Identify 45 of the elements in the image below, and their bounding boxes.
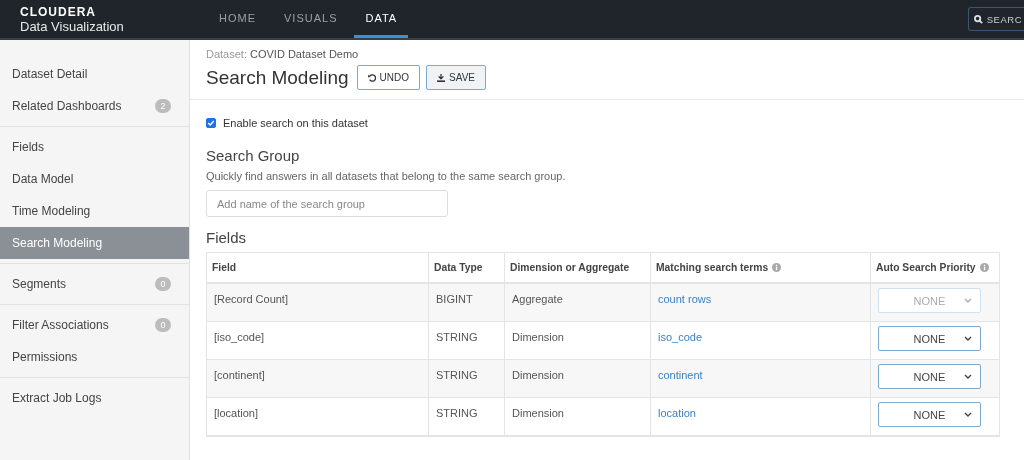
table-cell: BIGINT [429,284,505,322]
table-cell: Dimension [505,398,651,436]
search-term-link[interactable]: continent [658,369,703,381]
save-button[interactable]: SAVE [426,65,486,90]
table-cell: STRING [429,360,505,398]
sidebar-item[interactable]: Dataset Detail [0,58,189,90]
section-title: Fields [206,229,247,246]
priority-dropdown[interactable]: NONE [878,326,981,351]
search-group-field[interactable]: Add name of the search group [206,190,448,217]
count-badge: 0 [155,318,171,332]
nav-tab[interactable]: VISUALS [273,0,349,38]
sidebar-item[interactable]: Filter Associations 0 [0,309,189,341]
table-cell: Dimension [505,322,651,360]
table-cell: [Record Count] [207,284,429,322]
sidebar-item[interactable]: Related Dashboards 2 [0,90,189,122]
page-title: Search Modeling [206,66,349,89]
search-term-link[interactable]: location [658,407,696,419]
count-badge: 2 [155,99,171,113]
table-cell: STRING [429,398,505,436]
search-button[interactable]: SEARC [967,7,1024,31]
enable-search-checkbox[interactable]: Enable search on this dataset [206,117,1008,129]
sidebar-item[interactable]: Extract Job Logs [0,382,189,414]
sidebar-item[interactable]: Fields [0,131,189,163]
table-cell: Dimension [505,360,651,398]
product-name: Data Visualization [20,18,125,34]
sidebar-item[interactable]: Data Model [0,163,189,195]
count-badge: 0 [155,277,171,291]
nav-tab[interactable]: HOME [208,0,267,38]
table-cell: [location] [207,398,429,436]
priority-dropdown[interactable]: NONE [878,364,981,389]
brand-logo: CLOUDERA [20,4,97,19]
sidebar-item[interactable]: Permissions [0,341,189,373]
section-title: Search Group [206,147,301,164]
undo-button[interactable]: UNDO [356,65,421,90]
table-cell: Aggregate [505,284,651,322]
sidebar-item[interactable]: Segments 0 [0,268,189,300]
breadcrumb: Dataset: COVID Dataset Demo [206,48,360,60]
table-cell: [continent] [207,360,429,398]
table-cell: [iso_code] [207,322,429,360]
nav-tab[interactable]: DATA [354,0,409,38]
table-cell: STRING [429,322,505,360]
priority-dropdown[interactable]: NONE [878,402,981,427]
sidebar-item[interactable]: Time Modeling [0,195,189,227]
search-term-link[interactable]: iso_code [658,331,703,343]
section-description: Quickly find answers in all datasets that belong to the same search group. [206,170,567,182]
